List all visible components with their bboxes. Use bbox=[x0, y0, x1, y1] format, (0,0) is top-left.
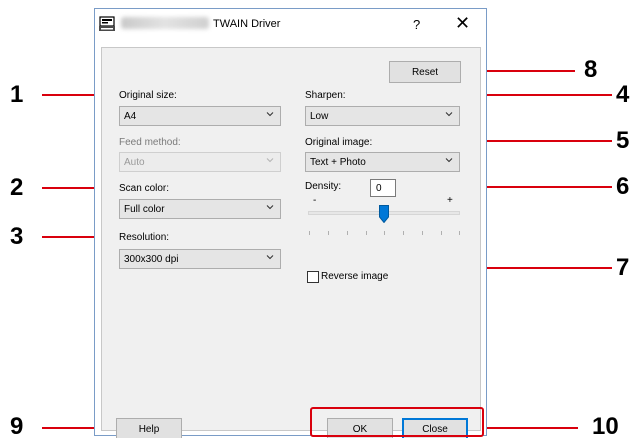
callout-number-8: 8 bbox=[584, 56, 598, 83]
slider-tick bbox=[441, 231, 442, 235]
resolution-value: 300x300 dpi bbox=[124, 254, 179, 265]
resolution-dropdown[interactable]: 300x300 dpi bbox=[119, 249, 281, 269]
original-image-value: Text + Photo bbox=[310, 157, 366, 168]
scan-color-dropdown[interactable]: Full color bbox=[119, 199, 281, 219]
sharpen-label: Sharpen: bbox=[305, 90, 346, 101]
sharpen-value: Low bbox=[310, 111, 329, 122]
slider-tick bbox=[347, 231, 348, 235]
slider-tick bbox=[459, 231, 460, 235]
callout-number-3: 3 bbox=[10, 223, 24, 250]
density-slider-thumb[interactable] bbox=[379, 205, 389, 223]
original-size-dropdown[interactable]: A4 bbox=[119, 106, 281, 126]
slider-tick bbox=[422, 231, 423, 235]
chevron-down-icon bbox=[266, 112, 274, 117]
feed-method-dropdown: Auto bbox=[119, 152, 281, 172]
title-model-blurred bbox=[121, 17, 209, 29]
slider-tick bbox=[366, 231, 367, 235]
reverse-image-checkbox[interactable] bbox=[307, 271, 319, 283]
slider-tick bbox=[309, 231, 310, 235]
callout-number-7: 7 bbox=[616, 254, 630, 281]
slider-tick bbox=[328, 231, 329, 235]
scan-color-label: Scan color: bbox=[119, 183, 170, 194]
callout-number-9: 9 bbox=[10, 413, 24, 438]
help-button[interactable]: Help bbox=[116, 418, 182, 438]
sharpen-dropdown[interactable]: Low bbox=[305, 106, 460, 126]
callout-line-10 bbox=[484, 427, 578, 429]
reset-button[interactable]: Reset bbox=[389, 61, 461, 83]
callout-number-6: 6 bbox=[616, 173, 630, 200]
slider-tick bbox=[384, 231, 385, 235]
chevron-down-icon bbox=[266, 158, 274, 163]
reset-button-label: Reset bbox=[411, 67, 439, 78]
callout-number-2: 2 bbox=[10, 174, 24, 201]
help-button-label: Help bbox=[138, 424, 160, 435]
density-value: 0 bbox=[376, 183, 382, 194]
callout-number-1: 1 bbox=[10, 81, 24, 108]
callout-number-5: 5 bbox=[616, 127, 630, 154]
resolution-label: Resolution: bbox=[119, 232, 170, 243]
density-minus-label: - bbox=[313, 195, 317, 206]
scan-color-value: Full color bbox=[124, 204, 165, 215]
dialog-client-area: Reset Original size: A4 Feed method: Aut… bbox=[101, 47, 481, 438]
callout-number-4: 4 bbox=[616, 81, 630, 108]
original-size-value: A4 bbox=[124, 111, 137, 122]
title-bar: TWAIN Driver ? ✕ bbox=[95, 9, 486, 41]
chevron-down-icon bbox=[445, 112, 453, 117]
title-close-button[interactable]: ✕ bbox=[455, 13, 470, 34]
slider-tick bbox=[403, 231, 404, 235]
density-label: Density: bbox=[305, 181, 342, 192]
ok-close-highlight-box bbox=[310, 407, 484, 437]
density-plus-label: + bbox=[447, 195, 453, 206]
original-size-label: Original size: bbox=[119, 90, 177, 101]
window-title: TWAIN Driver bbox=[213, 18, 281, 30]
twain-driver-dialog: TWAIN Driver ? ✕ Reset Original size: A4… bbox=[94, 8, 487, 438]
original-image-label: Original image: bbox=[305, 137, 373, 148]
chevron-down-icon bbox=[445, 158, 453, 163]
chevron-down-icon bbox=[266, 255, 274, 260]
scanner-app-icon bbox=[99, 16, 115, 31]
callout-number-10: 10 bbox=[592, 413, 619, 438]
title-help-button[interactable]: ? bbox=[413, 17, 420, 32]
feed-method-label: Feed method: bbox=[119, 137, 181, 148]
chevron-down-icon bbox=[266, 205, 274, 210]
density-value-field[interactable]: 0 bbox=[370, 179, 396, 197]
reverse-image-label: Reverse image bbox=[321, 271, 389, 282]
feed-method-value: Auto bbox=[124, 157, 145, 168]
original-image-dropdown[interactable]: Text + Photo bbox=[305, 152, 460, 172]
